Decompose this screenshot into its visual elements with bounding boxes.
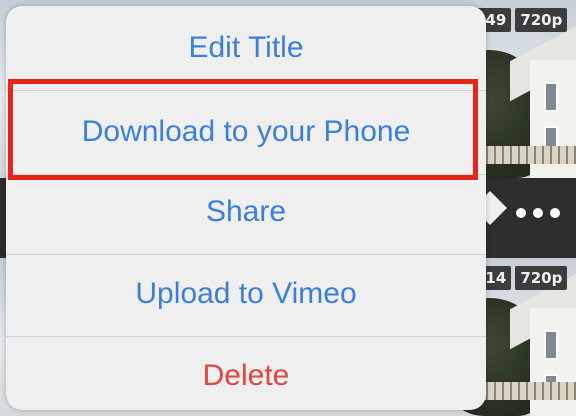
screen: 0:49 720p 0:14 720p Edit Title Download … xyxy=(0,0,576,416)
action-menu-popover: Edit Title Download to your Phone Share … xyxy=(6,6,486,410)
more-horizontal-icon[interactable] xyxy=(516,198,560,228)
edit-title-button[interactable]: Edit Title xyxy=(6,8,486,88)
download-to-phone-button[interactable]: Download to your Phone xyxy=(6,92,486,172)
upload-to-vimeo-button[interactable]: Upload to Vimeo xyxy=(6,254,486,334)
share-button[interactable]: Share xyxy=(6,172,486,252)
menu-divider xyxy=(6,90,486,91)
quality-badge: 720p xyxy=(515,8,568,32)
delete-button[interactable]: Delete xyxy=(6,336,486,416)
quality-badge: 720p xyxy=(515,266,568,290)
